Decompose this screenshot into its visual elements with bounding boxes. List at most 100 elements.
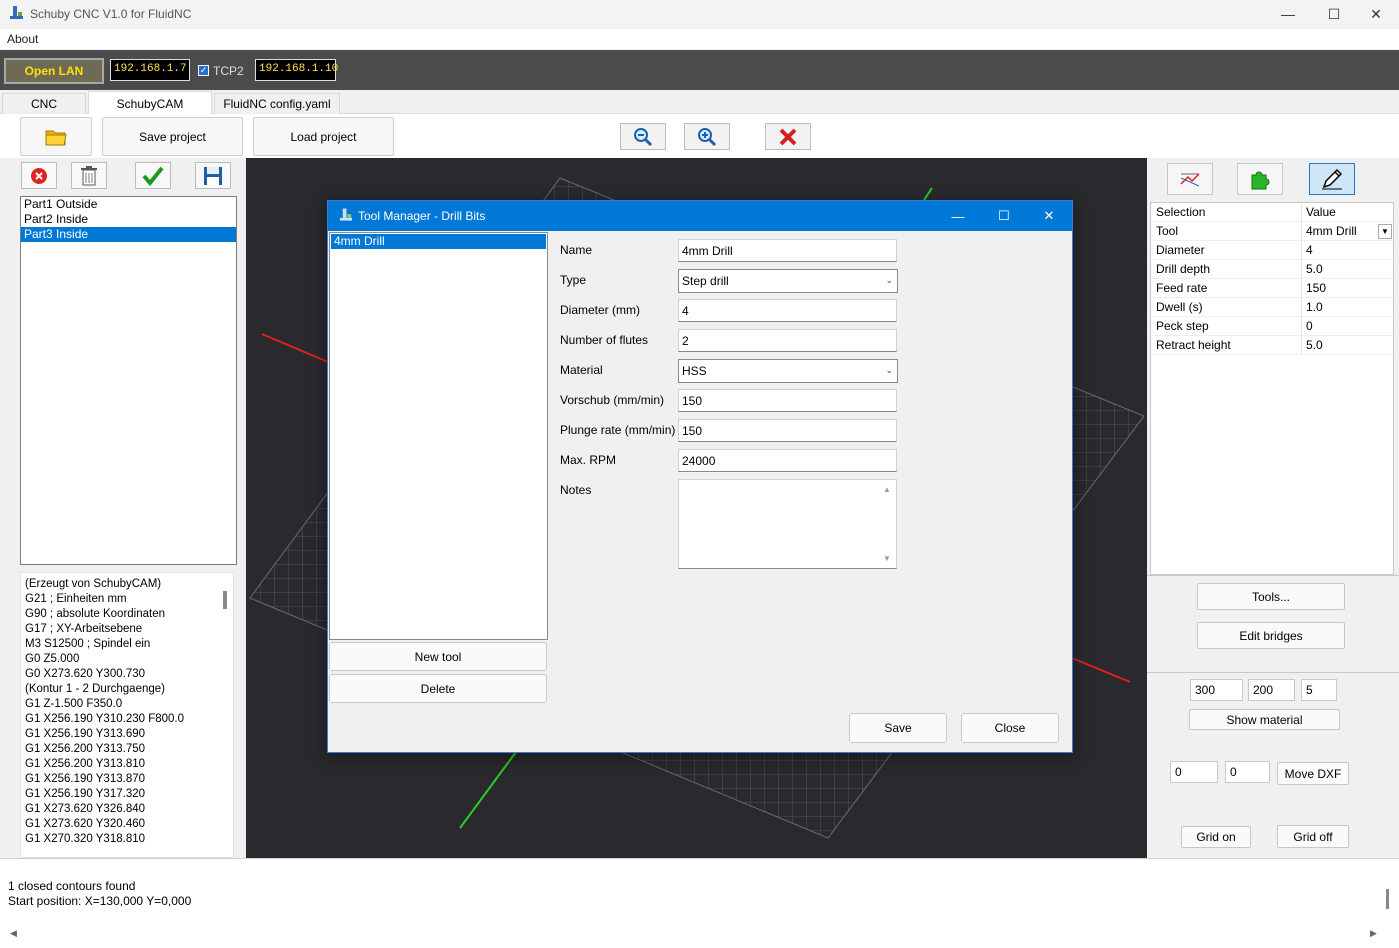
feed-input[interactable]: 150 <box>678 389 897 412</box>
chevron-down-icon[interactable]: ▼ <box>1378 224 1392 239</box>
show-material-button[interactable]: Show material <box>1189 709 1340 730</box>
gcode-scrollbar-thumb[interactable] <box>223 591 227 609</box>
zoom-in-button[interactable] <box>684 123 730 150</box>
table-row[interactable]: Tool 4mm Drill ▼ <box>1151 222 1393 241</box>
tcp2-checkbox[interactable]: ✓ <box>198 65 209 76</box>
rpm-label: Max. RPM <box>560 453 617 467</box>
gcode-line: G0 Z5.000 <box>25 653 80 665</box>
open-lan-button[interactable]: Open LAN <box>4 58 104 84</box>
type-select[interactable]: Step drill ⌄ <box>678 269 898 293</box>
status-line: 1 closed contours found <box>8 879 136 893</box>
material-select[interactable]: HSS ⌄ <box>678 359 898 383</box>
move-dxf-button[interactable]: Move DXF <box>1277 762 1349 785</box>
status-line: Start position: X=130,000 Y=0,000 <box>8 894 192 908</box>
scroll-up-icon[interactable]: ▲ <box>883 485 891 494</box>
tab-cnc[interactable]: CNC <box>2 93 86 114</box>
scroll-right-icon[interactable]: ▶ <box>1370 928 1377 939</box>
diameter-input[interactable]: 4 <box>678 299 897 322</box>
remove-part-button[interactable] <box>21 162 57 189</box>
properties-table: Selection Value Tool 4mm Drill ▼ Diamete… <box>1150 202 1394 575</box>
close-button[interactable]: Close <box>961 713 1059 743</box>
trash-icon <box>81 165 97 185</box>
load-project-button[interactable]: Load project <box>253 117 394 156</box>
dialog-maximize-button[interactable]: ☐ <box>981 201 1027 231</box>
maximize-button[interactable]: ☐ <box>1311 0 1357 28</box>
gcode-line: G1 Z-1.500 F350.0 <box>25 698 123 710</box>
menu-about[interactable]: About <box>7 32 38 46</box>
confirm-button[interactable] <box>135 162 171 189</box>
notes-label: Notes <box>560 483 592 497</box>
dialog-minimize-button[interactable]: — <box>935 201 981 231</box>
save-project-button[interactable]: Save project <box>102 117 243 156</box>
edit-bridges-button[interactable]: Edit bridges <box>1197 622 1345 649</box>
gcode-line: G1 X256.190 Y313.870 <box>25 773 146 785</box>
tcp2-ip-field[interactable]: 192.168.1.10 <box>255 59 338 81</box>
plunge-input[interactable]: 150 <box>678 419 897 442</box>
tab-fluidnc-config[interactable]: FluidNC config.yaml <box>214 93 340 114</box>
status-log: 1 closed contours found Start position: … <box>0 858 1399 948</box>
ip-address-field[interactable]: 192.168.1.7 <box>110 59 190 81</box>
table-row[interactable]: Feed rate 150 <box>1151 279 1393 298</box>
network-bar: Open LAN 192.168.1.7 ✓ TCP2 192.168.1.10 <box>0 50 1399 90</box>
gcode-line: G1 X256.190 Y317.320 <box>25 788 146 800</box>
status-scrollbar-thumb[interactable] <box>1386 889 1389 909</box>
flutes-input[interactable]: 2 <box>678 329 897 352</box>
table-row[interactable]: Diameter 4 <box>1151 241 1393 260</box>
dialog-close-icon[interactable]: ✕ <box>1026 201 1072 231</box>
remove-circle-icon <box>31 167 47 184</box>
dialog-titlebar: Tool Manager - Drill Bits — ☐ ✕ <box>328 201 1072 231</box>
y-axis-line <box>923 187 933 201</box>
table-header: Selection Value <box>1151 203 1393 222</box>
material-y-input[interactable]: 200 <box>1248 679 1295 701</box>
list-item[interactable]: Part2 Inside <box>21 212 236 227</box>
folder-icon <box>45 130 67 145</box>
plugin-button[interactable] <box>1237 163 1283 195</box>
material-z-input[interactable]: 5 <box>1301 679 1337 701</box>
gcode-line: G1 X273.620 Y320.460 <box>25 818 146 830</box>
gcode-view[interactable]: (Erzeugt von SchubyCAM) G21 ; Einheiten … <box>20 572 234 858</box>
window-title: Schuby CNC V1.0 for FluidNC <box>30 7 192 21</box>
tool-list[interactable]: 4mm Drill <box>329 232 548 640</box>
table-row[interactable]: Retract height 5.0 <box>1151 336 1393 355</box>
notes-textarea[interactable] <box>678 479 897 569</box>
path-view-button[interactable] <box>1167 163 1213 195</box>
type-label: Type <box>560 273 587 287</box>
divider <box>1147 575 1399 576</box>
tab-schubycam[interactable]: SchubyCAM <box>88 91 212 115</box>
save-button[interactable]: Save <box>849 713 947 743</box>
tools-button[interactable]: Tools... <box>1197 583 1345 610</box>
zoom-out-icon <box>634 127 653 146</box>
left-panel: Part1 Outside Part2 Inside Part3 Inside … <box>0 158 246 858</box>
list-item[interactable]: 4mm Drill <box>331 234 546 249</box>
open-file-button[interactable] <box>20 117 92 156</box>
list-item[interactable]: Part3 Inside <box>21 227 236 242</box>
close-window-button[interactable]: ✕ <box>1353 0 1399 28</box>
name-label: Name <box>560 243 593 257</box>
rpm-input[interactable]: 24000 <box>678 449 897 472</box>
red-x-icon <box>779 128 797 145</box>
table-row[interactable]: Drill depth 5.0 <box>1151 260 1393 279</box>
table-row[interactable]: Dwell (s) 1.0 <box>1151 298 1393 317</box>
minimize-button[interactable]: — <box>1265 0 1311 28</box>
material-x-input[interactable]: 300 <box>1190 679 1243 701</box>
save-parts-button[interactable] <box>195 162 231 189</box>
delete-tool-button[interactable]: Delete <box>329 674 547 703</box>
edit-mode-button[interactable] <box>1309 163 1355 195</box>
delete-part-button[interactable] <box>71 162 107 189</box>
name-input[interactable]: 4mm Drill <box>678 239 897 262</box>
gcode-line: M3 S12500 ; Spindel ein <box>25 638 151 650</box>
grid-on-button[interactable]: Grid on <box>1181 826 1251 848</box>
list-item[interactable]: Part1 Outside <box>21 197 236 212</box>
parts-list[interactable]: Part1 Outside Part2 Inside Part3 Inside <box>20 196 237 565</box>
table-row[interactable]: Peck step 0 <box>1151 317 1393 336</box>
new-tool-button[interactable]: New tool <box>329 642 547 671</box>
move-x-input[interactable]: 0 <box>1170 761 1218 783</box>
clear-button[interactable] <box>765 123 811 150</box>
scroll-down-icon[interactable]: ▼ <box>883 554 891 563</box>
zoom-out-button[interactable] <box>620 123 666 150</box>
grid-off-button[interactable]: Grid off <box>1277 825 1349 848</box>
move-y-input[interactable]: 0 <box>1225 761 1270 783</box>
type-select-value: Step drill <box>682 274 729 288</box>
tool-select[interactable]: 4mm Drill <box>1306 224 1357 238</box>
scroll-left-icon[interactable]: ◀ <box>10 928 17 939</box>
